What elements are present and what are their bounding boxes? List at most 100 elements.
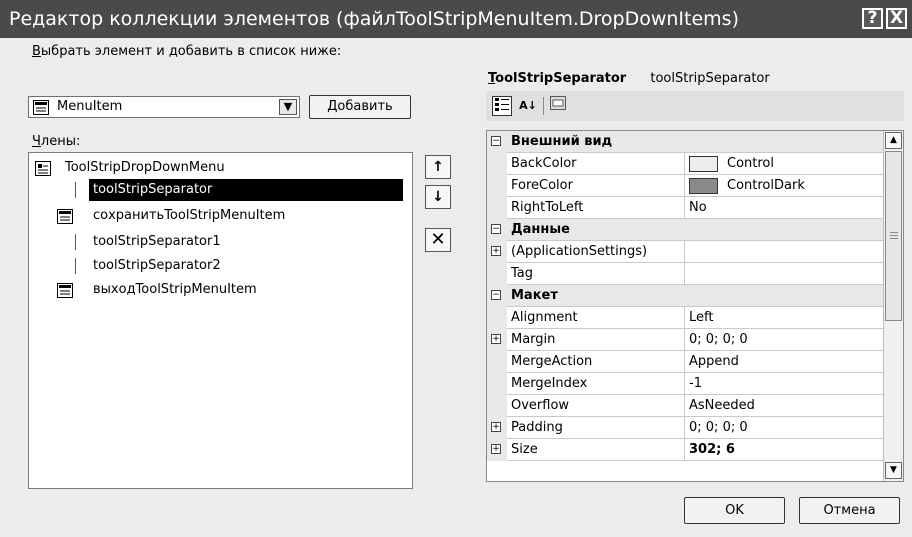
category-name: Макет: [511, 288, 558, 303]
arrow-down-icon: ↓: [432, 189, 444, 205]
property-grid[interactable]: − Внешний вид BackColor Control ForeColor Con…: [486, 130, 904, 482]
property-name: Margin: [511, 329, 685, 351]
property-name: Padding: [511, 417, 685, 439]
tree-item[interactable]: toolStripSeparator: [89, 179, 403, 201]
property-row[interactable]: ForeColor ControlDark: [487, 175, 884, 197]
property-category-row[interactable]: − Данные: [487, 219, 884, 241]
tree-item[interactable]: выходToolStripMenuItem: [93, 279, 257, 301]
expand-icon[interactable]: +: [491, 246, 501, 256]
members-tree[interactable]: ToolStripDropDownMenu toolStripSeparator с…: [28, 152, 413, 489]
title-bar: Редактор коллекции элементов (файлToolSt…: [0, 0, 912, 38]
property-value[interactable]: 0; 0; 0; 0: [689, 329, 748, 351]
property-value[interactable]: No: [689, 197, 707, 219]
tree-item[interactable]: toolStripSeparator2: [93, 255, 221, 277]
property-value[interactable]: -1: [689, 373, 702, 395]
separator-line-icon: [75, 258, 76, 274]
select-item-label: Выбрать элемент и добавить в список ниже…: [32, 44, 342, 59]
scroll-up-icon[interactable]: ▲: [885, 132, 902, 149]
expand-icon[interactable]: +: [491, 422, 501, 432]
property-name: (ApplicationSettings): [511, 241, 685, 263]
tree-item[interactable]: toolStripSeparator1: [93, 231, 221, 253]
row-gutter: [487, 263, 507, 285]
categorized-icon[interactable]: [492, 96, 512, 116]
property-category-row[interactable]: − Макет: [487, 285, 884, 307]
property-row[interactable]: + Padding 0; 0; 0; 0: [487, 417, 884, 439]
cancel-button[interactable]: Отмена: [799, 497, 900, 524]
expand-icon[interactable]: +: [491, 334, 501, 344]
property-object-header: ToolStripSeparator toolStripSeparator: [488, 71, 770, 86]
property-value[interactable]: Control: [727, 153, 774, 175]
property-name: ForeColor: [511, 175, 685, 197]
menu-icon: [35, 161, 51, 180]
property-row[interactable]: + (ApplicationSettings): [487, 241, 884, 263]
property-value[interactable]: 0; 0; 0; 0: [689, 417, 748, 439]
row-gutter: [487, 373, 507, 395]
property-name: RightToLeft: [511, 197, 685, 219]
property-value[interactable]: 302; 6: [689, 439, 735, 461]
property-row[interactable]: MergeAction Append: [487, 351, 884, 373]
category-name: Внешний вид: [511, 134, 613, 149]
collapse-icon[interactable]: −: [491, 224, 501, 234]
property-grid-scrollbar[interactable]: ▲ ▼: [883, 131, 903, 481]
menuitem-icon: [33, 100, 49, 119]
property-row[interactable]: RightToLeft No: [487, 197, 884, 219]
menuitem-icon: [57, 283, 73, 302]
property-value[interactable]: Append: [689, 351, 739, 373]
toolbar-divider: [543, 97, 544, 115]
item-type-combobox[interactable]: MenuItem ▼: [28, 96, 300, 118]
menuitem-icon: [57, 209, 73, 228]
collapse-icon[interactable]: −: [491, 290, 501, 300]
property-name: BackColor: [511, 153, 685, 175]
row-gutter: [487, 351, 507, 373]
window-title: Редактор коллекции элементов (файлToolSt…: [9, 8, 739, 30]
property-pages-icon[interactable]: [548, 96, 568, 116]
property-toolbar: A↓: [486, 91, 904, 121]
property-name: Alignment: [511, 307, 685, 329]
chevron-down-icon[interactable]: ▼: [279, 99, 297, 115]
delete-button[interactable]: ✕: [425, 228, 451, 252]
property-row[interactable]: + Margin 0; 0; 0; 0: [487, 329, 884, 351]
scroll-down-icon[interactable]: ▼: [885, 462, 902, 479]
category-name: Данные: [511, 222, 570, 237]
ok-button[interactable]: OK: [684, 497, 785, 524]
members-label: Члены:: [32, 134, 81, 149]
object-type-label: ToolStripSeparator: [488, 71, 627, 86]
property-name: Overflow: [511, 395, 685, 417]
property-value[interactable]: AsNeeded: [689, 395, 755, 417]
row-gutter: [487, 307, 507, 329]
scroll-thumb[interactable]: [885, 151, 902, 321]
property-row[interactable]: Overflow AsNeeded: [487, 395, 884, 417]
object-name-label: toolStripSeparator: [650, 71, 770, 86]
row-gutter: [487, 153, 507, 175]
delete-icon: ✕: [430, 229, 446, 250]
collapse-icon[interactable]: −: [491, 136, 501, 146]
collection-editor-window: Редактор коллекции элементов (файлToolSt…: [0, 0, 912, 537]
tree-item[interactable]: ToolStripDropDownMenu: [65, 157, 225, 179]
tree-item[interactable]: сохранитьToolStripMenuItem: [93, 205, 285, 227]
combobox-value: MenuItem: [57, 99, 123, 114]
alphabetical-icon[interactable]: A↓: [518, 96, 538, 116]
property-row[interactable]: Alignment Left: [487, 307, 884, 329]
separator-line-icon: [75, 234, 76, 250]
row-gutter: [487, 197, 507, 219]
property-row[interactable]: Tag: [487, 263, 884, 285]
move-up-button[interactable]: ↑: [425, 155, 451, 179]
property-value[interactable]: Left: [689, 307, 713, 329]
close-button[interactable]: X: [886, 8, 907, 29]
property-category-row[interactable]: − Внешний вид: [487, 131, 884, 153]
property-name: Tag: [511, 263, 685, 285]
property-row[interactable]: MergeIndex -1: [487, 373, 884, 395]
arrow-up-icon: ↑: [432, 159, 444, 175]
property-row[interactable]: + Size 302; 6: [487, 439, 884, 461]
move-down-button[interactable]: ↓: [425, 185, 451, 209]
color-swatch: [689, 178, 718, 194]
property-value[interactable]: ControlDark: [727, 175, 805, 197]
color-swatch: [689, 156, 718, 172]
expand-icon[interactable]: +: [491, 444, 501, 454]
help-button[interactable]: ?: [862, 8, 883, 29]
property-row[interactable]: BackColor Control: [487, 153, 884, 175]
row-gutter: [487, 175, 507, 197]
add-button[interactable]: Добавить: [309, 95, 411, 119]
row-gutter: [487, 395, 507, 417]
property-name: Size: [511, 439, 685, 461]
